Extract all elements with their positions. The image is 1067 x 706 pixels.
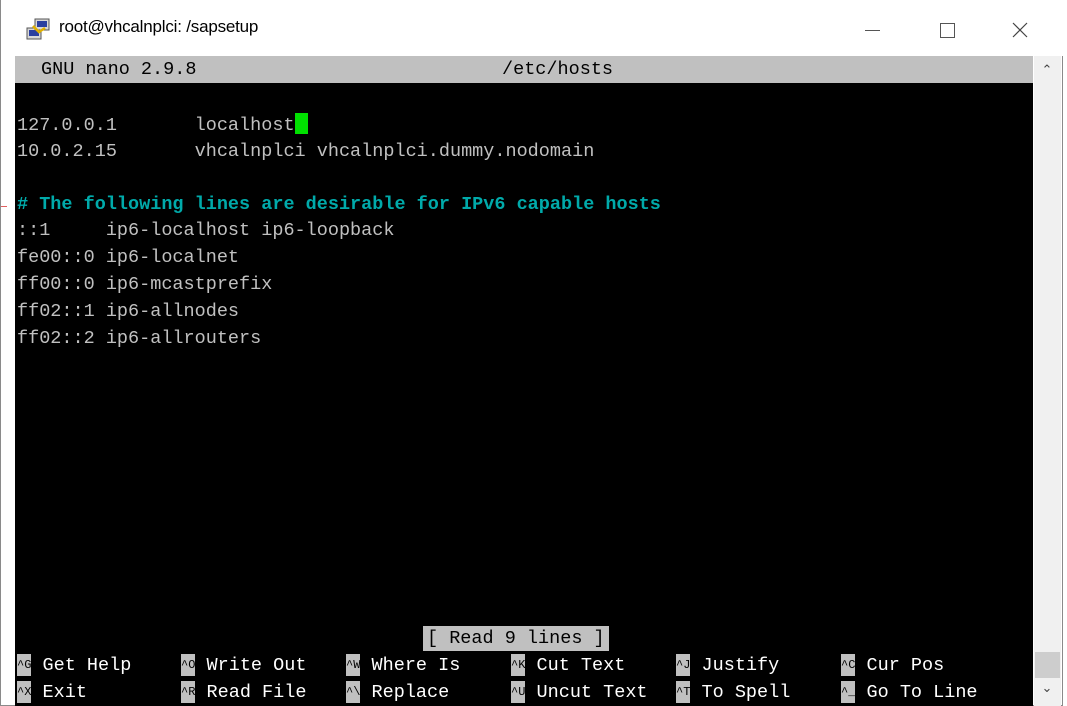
terminal-window: root@vhcalnplci: /sapsetup GNU nano 2.9.… (0, 0, 1063, 706)
file-line: 127.0.0.1 localhost (17, 113, 308, 139)
shortcut-key: ^J (676, 654, 691, 676)
window-title: root@vhcalnplci: /sapsetup (59, 17, 259, 36)
file-line: ff02::1 ip6-allnodes (17, 301, 240, 322)
shortcut-label: Cur Pos (866, 655, 945, 676)
shortcut-replace[interactable]: ^\ Replace (346, 679, 449, 706)
shortcut-key: ^\ (346, 681, 361, 703)
shortcut-justify[interactable]: ^J Justify (676, 652, 779, 679)
shortcut-label: Uncut Text (536, 682, 648, 703)
title-bar[interactable]: root@vhcalnplci: /sapsetup (1, 0, 1063, 56)
shortcut-go-to-line[interactable]: ^_ Go To Line (841, 679, 978, 706)
close-icon (1012, 22, 1028, 38)
status-message: [ Read 9 lines ] (423, 626, 609, 651)
shortcut-read-file[interactable]: ^R Read File (181, 679, 306, 706)
shortcut-label: Replace (371, 682, 450, 703)
maximize-button[interactable] (924, 8, 970, 52)
shortcut-label: Justify (701, 655, 780, 676)
edge-marker (1, 206, 7, 207)
shortcut-label: Read File (206, 682, 307, 703)
minimize-button[interactable] (849, 8, 895, 52)
shortcut-key: ^_ (841, 681, 856, 703)
shortcut-label: Exit (42, 682, 87, 703)
shortcut-get-help[interactable]: ^G Get Help (17, 652, 131, 679)
putty-icon (26, 18, 50, 40)
shortcut-cut-text[interactable]: ^K Cut Text (511, 652, 625, 679)
shortcut-label: Get Help (42, 655, 132, 676)
nano-header: GNU nano 2.9.8 /etc/hosts (15, 56, 1033, 83)
shortcut-key: ^X (17, 681, 32, 703)
shortcut-label: Write Out (206, 655, 307, 676)
shortcut-key: ^G (17, 654, 32, 676)
shortcut-label: Where Is (371, 655, 461, 676)
minimize-icon (864, 29, 880, 31)
scroll-down-icon[interactable]: ⌄ (1040, 682, 1054, 696)
file-comment-line: # The following lines are desirable for … (17, 194, 661, 215)
file-line: fe00::0 ip6-localnet (17, 247, 240, 268)
shortcut-to-spell[interactable]: ^T To Spell (676, 679, 790, 706)
vertical-scrollbar[interactable]: ⌃ ⌄ (1034, 56, 1061, 706)
shortcut-key: ^K (511, 654, 526, 676)
shortcut-key: ^C (841, 654, 856, 676)
shortcut-label: Cut Text (536, 655, 626, 676)
shortcut-where-is[interactable]: ^W Where Is (346, 652, 460, 679)
shortcut-key: ^U (511, 681, 526, 703)
terminal-area[interactable]: GNU nano 2.9.8 /etc/hosts 127.0.0.1 loca… (15, 56, 1033, 706)
shortcut-key: ^R (181, 681, 196, 703)
shortcut-label: Go To Line (866, 682, 978, 703)
shortcut-cur-pos[interactable]: ^C Cur Pos (841, 652, 944, 679)
scroll-thumb[interactable] (1035, 652, 1060, 678)
shortcut-key: ^O (181, 654, 196, 676)
file-line: ff00::0 ip6-mcastprefix (17, 274, 273, 295)
shortcut-key: ^W (346, 654, 361, 676)
scroll-up-icon[interactable]: ⌃ (1040, 64, 1054, 78)
shortcut-write-out[interactable]: ^O Write Out (181, 652, 306, 679)
file-line: 10.0.2.15 vhcalnplci vhcalnplci.dummy.no… (17, 141, 595, 162)
shortcut-label: To Spell (701, 682, 791, 703)
nano-filename: /etc/hosts (502, 59, 614, 80)
maximize-icon (939, 22, 955, 38)
shortcut-exit[interactable]: ^X Exit (17, 679, 87, 706)
shortcut-key: ^T (676, 681, 691, 703)
nano-version: GNU nano 2.9.8 (41, 59, 197, 80)
close-button[interactable] (997, 8, 1043, 52)
text-cursor (294, 113, 308, 134)
file-line: ::1 ip6-localhost ip6-loopback (17, 220, 395, 241)
file-line: ff02::2 ip6-allrouters (17, 328, 262, 349)
shortcut-uncut-text[interactable]: ^U Uncut Text (511, 679, 648, 706)
